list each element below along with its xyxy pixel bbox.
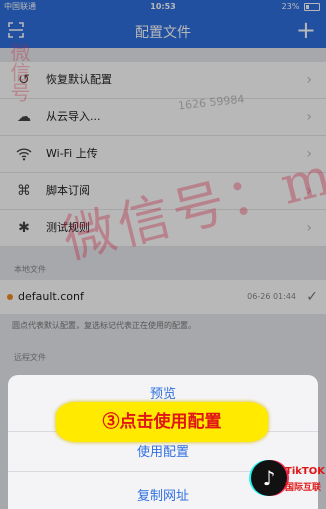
tiktok-logo: ♪ TikTOK 国际互联 — [247, 458, 326, 506]
logo-subtitle: 国际互联 — [285, 483, 322, 493]
tiktok-note-icon: ♪ — [251, 460, 287, 496]
preview-button[interactable]: 预览 — [8, 383, 318, 402]
instruction-callout: ③点击使用配置 — [56, 402, 268, 442]
logo-brand: TikTOK — [285, 466, 325, 477]
